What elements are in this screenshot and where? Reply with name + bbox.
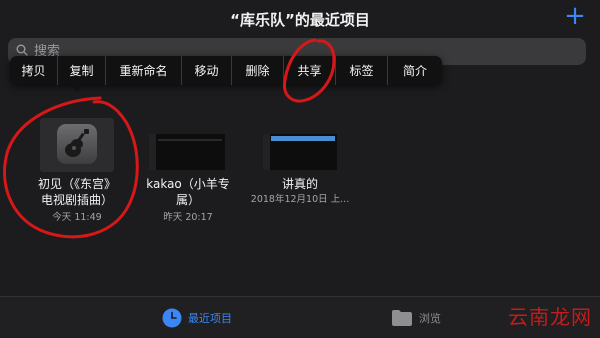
file-name-line2: 电视剧插曲） bbox=[40, 193, 113, 207]
file-name-line1: 讲真的 bbox=[281, 177, 318, 191]
file-name-line1: 初见（《东宫》 bbox=[37, 177, 116, 191]
watermark: 云南龙网 bbox=[508, 305, 592, 329]
folder-icon bbox=[392, 310, 412, 326]
track-line bbox=[158, 139, 222, 141]
tab-browse-label: 浏览 bbox=[419, 312, 441, 325]
menu-item-rename[interactable]: 重新命名 bbox=[106, 56, 182, 85]
context-menu: 拷贝 复制 重新命名 移动 删除 共享 标签 简介 bbox=[10, 56, 442, 85]
garageband-app-icon bbox=[57, 124, 97, 164]
file-name: 初见（《东宫》 电视剧插曲） bbox=[22, 176, 132, 208]
track-header bbox=[149, 134, 156, 170]
menu-item-move[interactable]: 移动 bbox=[182, 56, 232, 85]
tab-browse[interactable]: 浏览 bbox=[391, 305, 441, 331]
guitar-icon bbox=[65, 129, 89, 157]
tab-recent-label: 最近项目 bbox=[188, 312, 232, 325]
menu-item-copy[interactable]: 拷贝 bbox=[10, 56, 58, 85]
track-region bbox=[271, 136, 335, 141]
file-date: 昨天 20:17 bbox=[163, 212, 213, 223]
file-name-line2: 属） bbox=[175, 193, 200, 207]
header: “库乐队”的最近项目 + bbox=[0, 0, 600, 36]
file-name: 讲真的 bbox=[240, 176, 360, 192]
add-button[interactable]: + bbox=[564, 3, 586, 29]
file-thumbnail[interactable] bbox=[149, 134, 225, 170]
search-icon bbox=[16, 44, 28, 56]
menu-item-duplicate[interactable]: 复制 bbox=[58, 56, 106, 85]
file-name-line1: kakao（小羊专 bbox=[146, 177, 230, 191]
clock-icon bbox=[162, 308, 182, 328]
track-header bbox=[263, 134, 270, 170]
file-thumbnail[interactable] bbox=[40, 118, 114, 172]
file-date: 今天 11:49 bbox=[52, 212, 102, 223]
menu-item-delete[interactable]: 删除 bbox=[232, 56, 284, 85]
menu-pointer bbox=[70, 84, 84, 92]
menu-item-info[interactable]: 简介 bbox=[388, 56, 442, 85]
file-thumbnail[interactable] bbox=[263, 134, 337, 170]
file-date: 2018年12月10日 上... bbox=[250, 194, 350, 205]
menu-item-tags[interactable]: 标签 bbox=[336, 56, 388, 85]
menu-item-share[interactable]: 共享 bbox=[284, 56, 336, 85]
file-name: kakao（小羊专 属） bbox=[135, 176, 241, 208]
tab-recent[interactable]: 最近项目 bbox=[162, 305, 232, 331]
page-title: “库乐队”的最近项目 bbox=[230, 11, 370, 29]
